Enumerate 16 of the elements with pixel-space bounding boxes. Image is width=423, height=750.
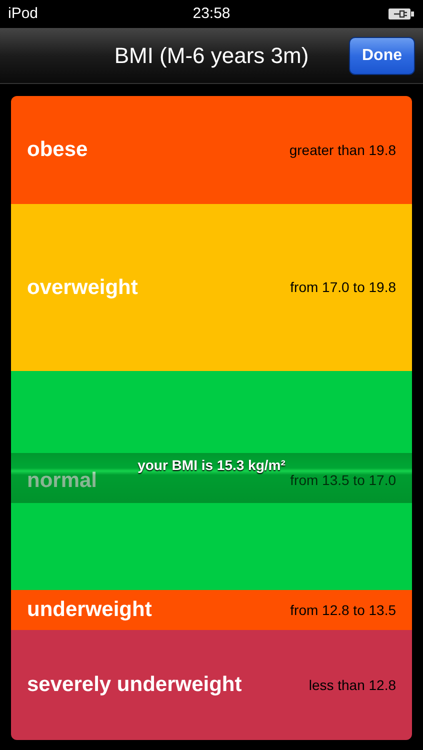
- category-label: severely underweight: [27, 672, 242, 698]
- bmi-value-text: your BMI is 15.3 kg/m²: [138, 456, 286, 475]
- category-label: underweight: [27, 597, 152, 624]
- range-text: from 17.0 to 19.8: [290, 278, 396, 297]
- category-label: normal: [27, 468, 98, 494]
- carrier-text: iPod: [8, 4, 38, 24]
- range-text: less than 12.8: [308, 676, 396, 694]
- done-button[interactable]: Done: [349, 37, 415, 75]
- range-text: greater than 19.8: [289, 140, 396, 160]
- category-label: overweight: [27, 274, 138, 301]
- nav-title: BMI (M-6 years 3m): [114, 42, 309, 70]
- category-label: obese: [27, 137, 88, 164]
- clock-text: 23:58: [192, 4, 230, 24]
- range-text: from 12.8 to 13.5: [290, 600, 396, 620]
- battery-charging-icon: [388, 8, 415, 20]
- range-text: from 13.5 to 17.0: [290, 471, 396, 490]
